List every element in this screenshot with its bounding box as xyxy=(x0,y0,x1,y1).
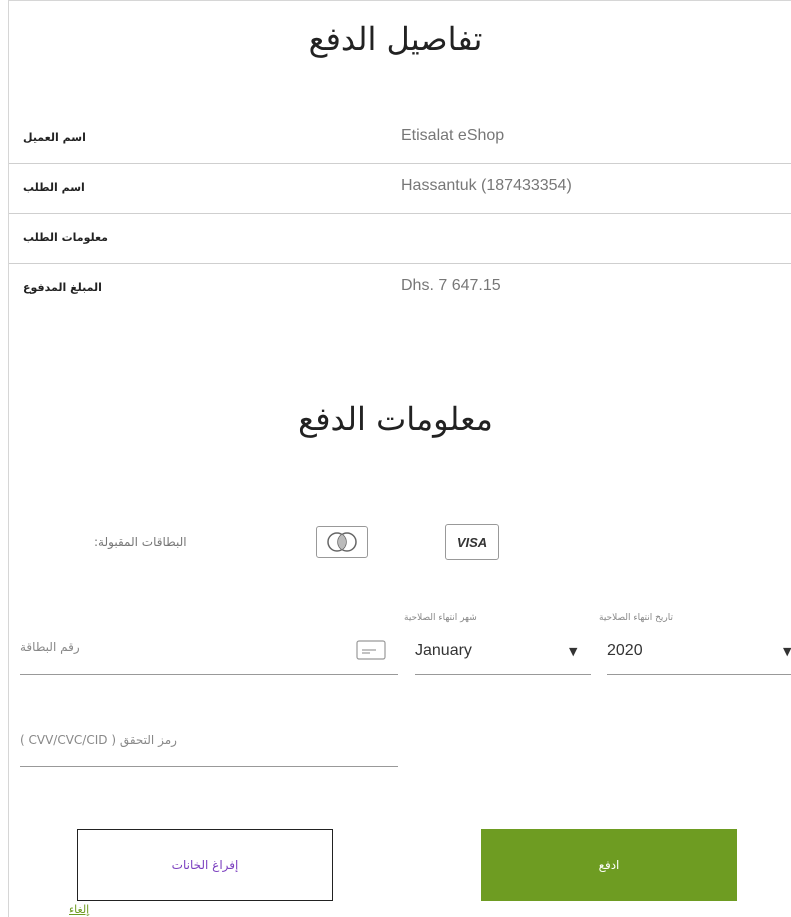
credit-card-icon xyxy=(356,640,386,664)
card-number-field[interactable]: رقم البطاقة xyxy=(20,618,398,675)
expiry-month-value: January xyxy=(415,642,472,659)
expiry-year-select[interactable]: 2020 ▼ xyxy=(607,630,791,675)
clear-fields-button[interactable]: إفراغ الخانات xyxy=(77,829,333,901)
caret-down-icon: ▼ xyxy=(783,645,791,658)
accepted-cards-label: :البطاقات المقبولة xyxy=(94,535,187,549)
cvv-placeholder: ( CVV/CVC/CID ) رمز التحقق xyxy=(20,733,177,747)
details-row-customer: اسم العميل Etisalat eShop xyxy=(9,113,791,164)
row-label: المبلغ المدفوع xyxy=(23,281,102,294)
visa-icon: VISA xyxy=(445,524,499,560)
details-row-order-name: اسم الطلب Hassantuk (187433354) xyxy=(9,163,791,214)
row-label: اسم الطلب xyxy=(23,181,85,194)
expiry-year-label: تاريخ انتهاء الصلاحية xyxy=(599,613,673,623)
details-row-amount: المبلغ المدفوع Dhs. 7 647.15 xyxy=(9,263,791,313)
row-value: Hassantuk (187433354) xyxy=(401,177,572,194)
cancel-link[interactable]: إلغاء xyxy=(69,903,89,916)
cvv-field[interactable]: ( CVV/CVC/CID ) رمز التحقق xyxy=(20,710,398,767)
payment-info-title: معلومات الدفع xyxy=(298,400,493,438)
payment-details-title: تفاصيل الدفع xyxy=(308,20,483,58)
caret-down-icon: ▼ xyxy=(569,645,578,658)
visa-text: VISA xyxy=(456,534,488,550)
pay-button[interactable]: ادفع xyxy=(481,829,737,901)
mastercard-icon xyxy=(316,526,368,558)
row-label: اسم العميل xyxy=(23,131,86,144)
expiry-month-label: شهر انتهاء الصلاحية xyxy=(404,613,477,623)
expiry-month-select[interactable]: January ▼ xyxy=(415,630,591,675)
expiry-year-value: 2020 xyxy=(607,642,643,659)
row-value: Etisalat eShop xyxy=(401,127,505,144)
row-value: Dhs. 7 647.15 xyxy=(401,277,501,294)
card-number-placeholder: رقم البطاقة xyxy=(20,640,80,654)
details-row-order-info: معلومات الطلب xyxy=(9,213,791,264)
row-label: معلومات الطلب xyxy=(23,231,108,244)
